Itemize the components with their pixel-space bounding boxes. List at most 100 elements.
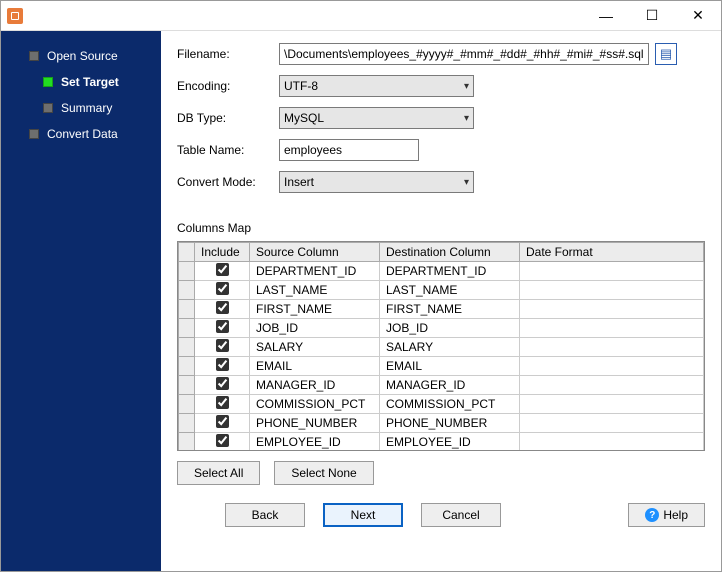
browse-file-button[interactable]: ▤ bbox=[655, 43, 677, 65]
row-header-cell[interactable] bbox=[179, 338, 195, 357]
maximize-button[interactable]: ☐ bbox=[629, 1, 675, 31]
table-row[interactable]: COMMISSION_PCTCOMMISSION_PCT bbox=[179, 395, 704, 414]
source-cell[interactable]: EMAIL bbox=[250, 357, 380, 376]
close-button[interactable]: ✕ bbox=[675, 1, 721, 31]
select-none-button[interactable]: Select None bbox=[274, 461, 373, 485]
include-cell[interactable] bbox=[195, 357, 250, 376]
table-row[interactable]: EMPLOYEE_IDEMPLOYEE_ID bbox=[179, 433, 704, 452]
destination-cell[interactable]: SALARY bbox=[380, 338, 520, 357]
col-include-header[interactable]: Include bbox=[195, 243, 250, 262]
dateformat-cell[interactable] bbox=[520, 414, 704, 433]
row-header-cell[interactable] bbox=[179, 433, 195, 452]
include-cell[interactable] bbox=[195, 395, 250, 414]
dateformat-cell[interactable] bbox=[520, 357, 704, 376]
destination-cell[interactable]: JOB_ID bbox=[380, 319, 520, 338]
include-checkbox[interactable] bbox=[216, 358, 229, 371]
table-row[interactable]: DEPARTMENT_IDDEPARTMENT_ID bbox=[179, 262, 704, 281]
dateformat-cell[interactable] bbox=[520, 262, 704, 281]
include-checkbox[interactable] bbox=[216, 282, 229, 295]
dateformat-cell[interactable] bbox=[520, 395, 704, 414]
document-icon: ▤ bbox=[660, 46, 672, 62]
row-header-cell[interactable] bbox=[179, 357, 195, 376]
next-button[interactable]: Next bbox=[323, 503, 403, 527]
source-cell[interactable]: FIRST_NAME bbox=[250, 300, 380, 319]
minimize-button[interactable]: — bbox=[583, 1, 629, 31]
row-header-cell[interactable] bbox=[179, 376, 195, 395]
table-row[interactable]: EMAILEMAIL bbox=[179, 357, 704, 376]
chevron-down-icon: ▾ bbox=[464, 113, 469, 124]
destination-cell[interactable]: PHONE_NUMBER bbox=[380, 414, 520, 433]
include-checkbox[interactable] bbox=[216, 377, 229, 390]
dateformat-cell[interactable] bbox=[520, 300, 704, 319]
table-row[interactable]: PHONE_NUMBERPHONE_NUMBER bbox=[179, 414, 704, 433]
include-cell[interactable] bbox=[195, 338, 250, 357]
include-cell[interactable] bbox=[195, 300, 250, 319]
table-row[interactable]: JOB_IDJOB_ID bbox=[179, 319, 704, 338]
row-header-cell[interactable] bbox=[179, 281, 195, 300]
include-checkbox[interactable] bbox=[216, 415, 229, 428]
encoding-select[interactable]: UTF-8 ▾ bbox=[279, 75, 474, 97]
include-cell[interactable] bbox=[195, 281, 250, 300]
include-checkbox[interactable] bbox=[216, 339, 229, 352]
row-header-cell[interactable] bbox=[179, 262, 195, 281]
include-checkbox[interactable] bbox=[216, 434, 229, 447]
sidebar-item-summary[interactable]: Summary bbox=[1, 95, 161, 121]
sidebar-item-open-source[interactable]: Open Source bbox=[1, 43, 161, 69]
source-cell[interactable]: PHONE_NUMBER bbox=[250, 414, 380, 433]
source-cell[interactable]: EMPLOYEE_ID bbox=[250, 433, 380, 452]
source-cell[interactable]: LAST_NAME bbox=[250, 281, 380, 300]
back-button[interactable]: Back bbox=[225, 503, 305, 527]
dbtype-select[interactable]: MySQL ▾ bbox=[279, 107, 474, 129]
table-row[interactable]: LAST_NAMELAST_NAME bbox=[179, 281, 704, 300]
select-all-button[interactable]: Select All bbox=[177, 461, 260, 485]
source-cell[interactable]: COMMISSION_PCT bbox=[250, 395, 380, 414]
destination-cell[interactable]: COMMISSION_PCT bbox=[380, 395, 520, 414]
row-header-cell[interactable] bbox=[179, 414, 195, 433]
tablename-input[interactable] bbox=[279, 139, 419, 161]
source-cell[interactable]: JOB_ID bbox=[250, 319, 380, 338]
help-button[interactable]: ? Help bbox=[628, 503, 705, 527]
filename-input[interactable] bbox=[279, 43, 649, 65]
sidebar-item-set-target[interactable]: Set Target bbox=[1, 69, 161, 95]
destination-cell[interactable]: EMAIL bbox=[380, 357, 520, 376]
include-cell[interactable] bbox=[195, 262, 250, 281]
help-icon: ? bbox=[645, 508, 659, 522]
row-header-cell[interactable] bbox=[179, 300, 195, 319]
destination-cell[interactable]: LAST_NAME bbox=[380, 281, 520, 300]
wizard-steps-sidebar: Open Source Set Target Summary Convert D… bbox=[1, 31, 161, 571]
destination-cell[interactable]: EMPLOYEE_ID bbox=[380, 433, 520, 452]
encoding-label: Encoding: bbox=[177, 79, 279, 93]
dateformat-cell[interactable] bbox=[520, 319, 704, 338]
convertmode-select[interactable]: Insert ▾ bbox=[279, 171, 474, 193]
include-checkbox[interactable] bbox=[216, 320, 229, 333]
destination-cell[interactable]: DEPARTMENT_ID bbox=[380, 262, 520, 281]
dateformat-cell[interactable] bbox=[520, 281, 704, 300]
dateformat-cell[interactable] bbox=[520, 338, 704, 357]
include-cell[interactable] bbox=[195, 414, 250, 433]
row-header-cell[interactable] bbox=[179, 319, 195, 338]
source-cell[interactable]: MANAGER_ID bbox=[250, 376, 380, 395]
include-cell[interactable] bbox=[195, 433, 250, 452]
dateformat-cell[interactable] bbox=[520, 376, 704, 395]
include-checkbox[interactable] bbox=[216, 396, 229, 409]
columns-map-grid[interactable]: Include Source Column Destination Column… bbox=[177, 241, 705, 451]
col-source-header[interactable]: Source Column bbox=[250, 243, 380, 262]
table-row[interactable]: FIRST_NAMEFIRST_NAME bbox=[179, 300, 704, 319]
row-header-cell[interactable] bbox=[179, 395, 195, 414]
cancel-button[interactable]: Cancel bbox=[421, 503, 501, 527]
source-cell[interactable]: SALARY bbox=[250, 338, 380, 357]
table-row[interactable]: MANAGER_IDMANAGER_ID bbox=[179, 376, 704, 395]
table-row[interactable]: SALARYSALARY bbox=[179, 338, 704, 357]
source-cell[interactable]: DEPARTMENT_ID bbox=[250, 262, 380, 281]
dateformat-cell[interactable] bbox=[520, 433, 704, 452]
include-checkbox[interactable] bbox=[216, 301, 229, 314]
include-cell[interactable] bbox=[195, 376, 250, 395]
include-cell[interactable] bbox=[195, 319, 250, 338]
include-checkbox[interactable] bbox=[216, 263, 229, 276]
wizard-window: — ☐ ✕ Open Source Set Target Summary Con… bbox=[0, 0, 722, 572]
col-dateformat-header[interactable]: Date Format bbox=[520, 243, 704, 262]
destination-cell[interactable]: FIRST_NAME bbox=[380, 300, 520, 319]
sidebar-item-convert-data[interactable]: Convert Data bbox=[1, 121, 161, 147]
destination-cell[interactable]: MANAGER_ID bbox=[380, 376, 520, 395]
col-destination-header[interactable]: Destination Column bbox=[380, 243, 520, 262]
